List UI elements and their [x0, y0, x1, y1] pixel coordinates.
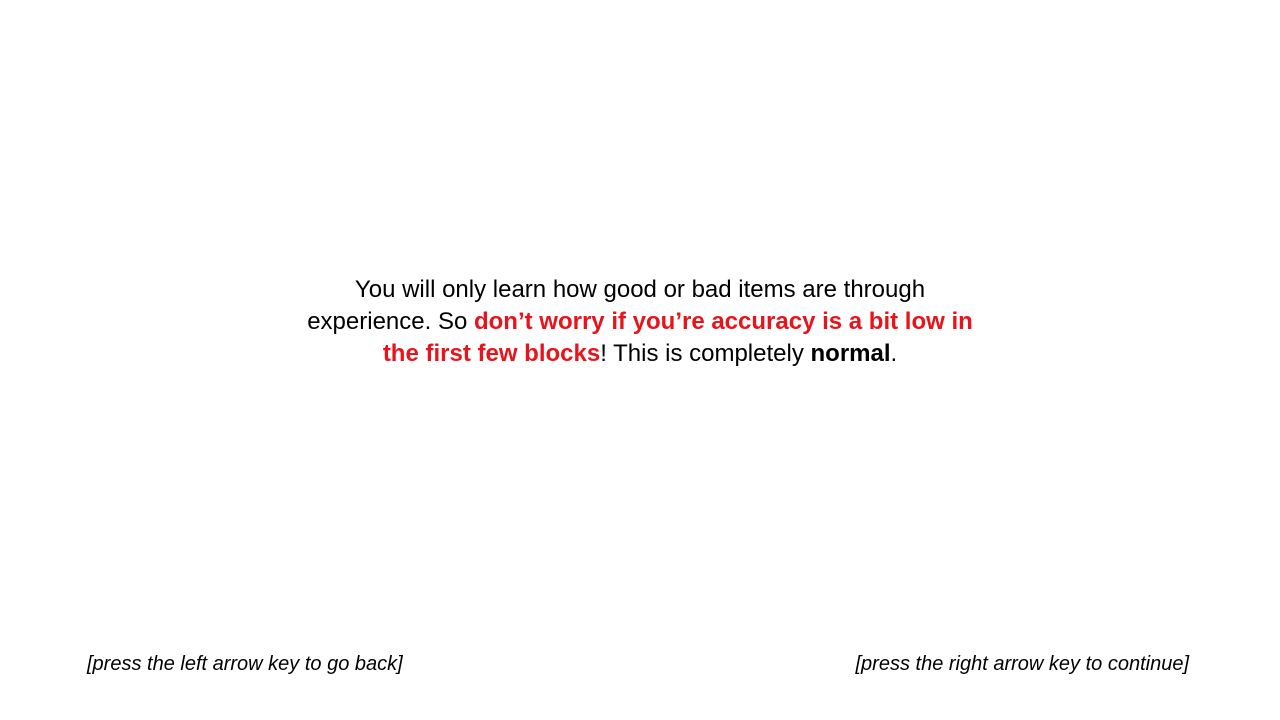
continue-hint: [press the right arrow key to continue] — [855, 653, 1190, 675]
instruction-text-part3: . — [890, 340, 898, 367]
back-hint: [press the left arrow key to go back] — [87, 653, 403, 675]
instruction-text-part2: ! This is completely — [600, 340, 811, 367]
instruction-slide: You will only learn how good or bad item… — [0, 0, 1280, 720]
instruction-emphasis: normal — [810, 340, 891, 367]
instruction-text: You will only learn how good or bad item… — [290, 274, 990, 370]
